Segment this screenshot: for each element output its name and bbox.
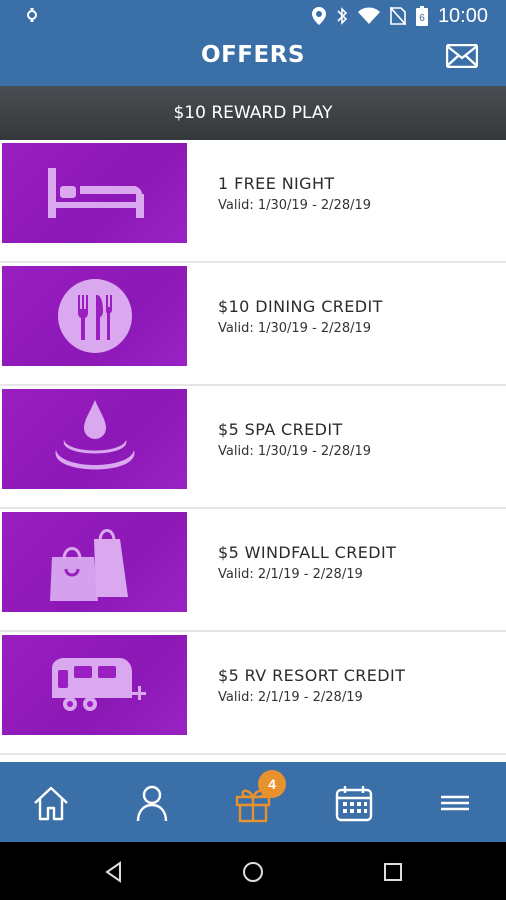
dining-icon	[57, 279, 132, 353]
location-icon	[311, 7, 326, 25]
offer-image	[2, 143, 187, 243]
page-title: OFFERS	[201, 42, 305, 68]
app-bar: OFFERS	[0, 32, 506, 86]
tab-home[interactable]	[30, 782, 72, 824]
system-nav-bar	[0, 842, 506, 900]
bluetooth-icon	[337, 7, 348, 25]
offer-valid-dates: Valid: 2/1/19 - 2/28/19	[218, 690, 363, 705]
offer-item[interactable]: $5 RV RESORT CREDIT Valid: 2/1/19 - 2/28…	[0, 632, 506, 755]
offer-image	[2, 266, 187, 366]
offer-name: $5 RV RESORT CREDIT	[218, 666, 406, 685]
offer-name: $10 DINING CREDIT	[218, 297, 383, 316]
home-nav-icon[interactable]	[241, 860, 265, 884]
offer-item[interactable]: $5 SPA CREDIT Valid: 1/30/19 - 2/28/19	[0, 386, 506, 509]
tab-calendar[interactable]	[333, 782, 375, 824]
shopping-bags-icon	[49, 529, 128, 601]
spa-drop-icon	[55, 400, 134, 470]
svg-text:6: 6	[419, 13, 425, 24]
calendar-icon	[335, 786, 373, 822]
clock: 10:00	[437, 4, 488, 27]
offer-image	[2, 389, 187, 489]
bed-icon	[47, 168, 144, 218]
offer-item[interactable]: 1 FREE NIGHT Valid: 1/30/19 - 2/28/19	[0, 140, 506, 263]
reward-banner[interactable]: $10 REWARD PLAY	[0, 86, 506, 140]
status-bar: 6 10:00	[0, 0, 506, 32]
recents-icon[interactable]	[381, 860, 405, 884]
battery-icon: 6	[415, 6, 428, 26]
profile-icon	[136, 785, 168, 822]
wifi-icon	[357, 7, 380, 24]
offer-name: 1 FREE NIGHT	[218, 174, 335, 193]
menu-icon	[441, 795, 469, 811]
offer-name: $5 WINDFALL CREDIT	[218, 543, 397, 562]
rv-trailer-icon	[51, 658, 146, 711]
offers-count-badge: 4	[258, 770, 286, 798]
home-icon	[34, 786, 68, 821]
no-sim-icon	[389, 7, 406, 25]
offer-image	[2, 635, 187, 735]
offer-valid-dates: Valid: 1/30/19 - 2/28/19	[218, 444, 372, 459]
offer-image	[2, 512, 187, 612]
notification-icon	[27, 8, 37, 22]
offer-item[interactable]: $10 DINING CREDIT Valid: 1/30/19 - 2/28/…	[0, 263, 506, 386]
tab-profile[interactable]	[131, 782, 173, 824]
offer-item[interactable]: $5 WINDFALL CREDIT Valid: 2/1/19 - 2/28/…	[0, 509, 506, 632]
back-icon[interactable]	[102, 860, 126, 884]
offers-list: 1 FREE NIGHT Valid: 1/30/19 - 2/28/19 $1…	[0, 140, 506, 762]
offer-valid-dates: Valid: 1/30/19 - 2/28/19	[218, 198, 372, 213]
bottom-tab-bar	[0, 762, 506, 842]
offer-valid-dates: Valid: 1/30/19 - 2/28/19	[218, 321, 372, 336]
offer-valid-dates: Valid: 2/1/19 - 2/28/19	[218, 567, 363, 582]
offer-item-partial[interactable]	[0, 755, 506, 762]
tab-menu[interactable]	[434, 782, 476, 824]
mail-icon[interactable]	[446, 44, 478, 68]
offer-name: $5 SPA CREDIT	[218, 420, 343, 439]
